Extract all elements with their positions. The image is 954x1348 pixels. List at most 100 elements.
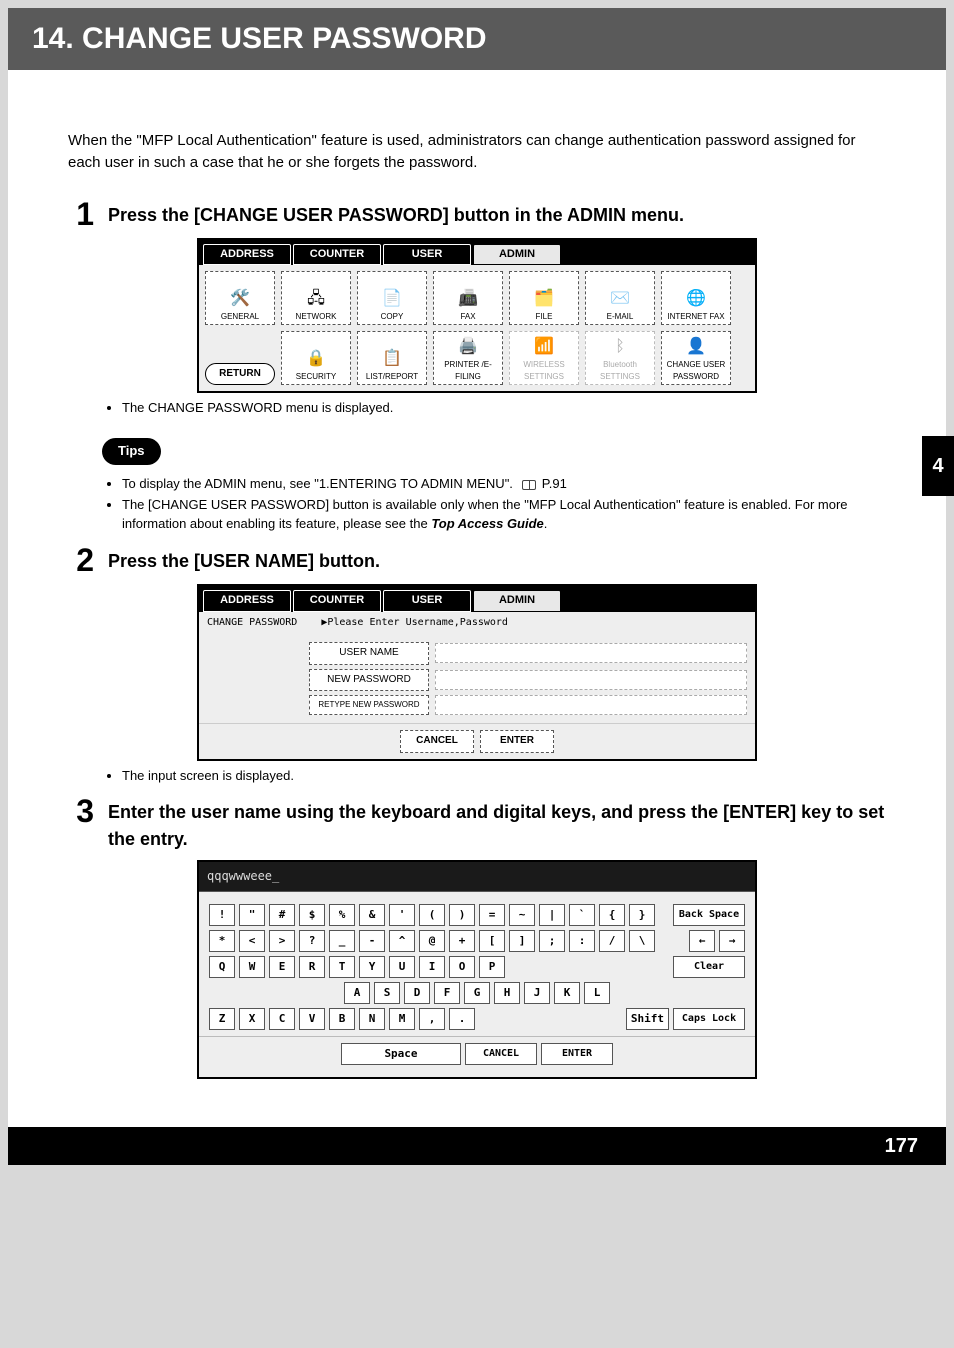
key--[interactable]: ' bbox=[389, 904, 415, 926]
key--[interactable]: _ bbox=[329, 930, 355, 952]
key--[interactable]: + bbox=[449, 930, 475, 952]
key-backspace[interactable]: Back Space bbox=[673, 904, 745, 926]
key--[interactable]: : bbox=[569, 930, 595, 952]
key--[interactable]: ^ bbox=[389, 930, 415, 952]
tab-admin[interactable]: ADMIN bbox=[473, 244, 561, 266]
key-o[interactable]: O bbox=[449, 956, 475, 978]
key--[interactable]: ) bbox=[449, 904, 475, 926]
tile-security[interactable]: 🔒SECURITY bbox=[281, 331, 351, 385]
key-c[interactable]: C bbox=[269, 1008, 295, 1030]
user-name-button[interactable]: USER NAME bbox=[309, 642, 429, 665]
key--[interactable]: \ bbox=[629, 930, 655, 952]
tile-bluetooth-settings[interactable]: ᛒBluetooth SETTINGS bbox=[585, 331, 655, 385]
tile-e-mail[interactable]: ✉️E-MAIL bbox=[585, 271, 655, 325]
tile-internet-fax[interactable]: 🌐INTERNET FAX bbox=[661, 271, 731, 325]
cancel-button[interactable]: CANCEL bbox=[400, 730, 474, 753]
key-w[interactable]: W bbox=[239, 956, 265, 978]
key--[interactable]: ! bbox=[209, 904, 235, 926]
key-cancel[interactable]: CANCEL bbox=[465, 1043, 537, 1065]
key--[interactable]: . bbox=[449, 1008, 475, 1030]
key-arrow-right[interactable]: → bbox=[719, 930, 745, 952]
tab-counter[interactable]: COUNTER bbox=[293, 590, 381, 612]
tab-user[interactable]: USER bbox=[383, 590, 471, 612]
tile-label: FAX bbox=[460, 311, 475, 323]
key--[interactable]: / bbox=[599, 930, 625, 952]
tile-change-user-password[interactable]: 👤CHANGE USER PASSWORD bbox=[661, 331, 731, 385]
key--[interactable]: @ bbox=[419, 930, 445, 952]
key-x[interactable]: X bbox=[239, 1008, 265, 1030]
key--[interactable]: > bbox=[269, 930, 295, 952]
key-m[interactable]: M bbox=[389, 1008, 415, 1030]
key--[interactable]: ~ bbox=[509, 904, 535, 926]
key-l[interactable]: L bbox=[584, 982, 610, 1004]
tile-copy[interactable]: 📄COPY bbox=[357, 271, 427, 325]
key-a[interactable]: A bbox=[344, 982, 370, 1004]
key--[interactable]: [ bbox=[479, 930, 505, 952]
tile-fax[interactable]: 📠FAX bbox=[433, 271, 503, 325]
key-arrow-left[interactable]: ← bbox=[689, 930, 715, 952]
key--[interactable]: % bbox=[329, 904, 355, 926]
key-i[interactable]: I bbox=[419, 956, 445, 978]
key--[interactable]: * bbox=[209, 930, 235, 952]
tab-user[interactable]: USER bbox=[383, 244, 471, 266]
key--[interactable]: & bbox=[359, 904, 385, 926]
key--[interactable]: ( bbox=[419, 904, 445, 926]
key--[interactable]: ; bbox=[539, 930, 565, 952]
key-space[interactable]: Space bbox=[341, 1043, 461, 1065]
key-b[interactable]: B bbox=[329, 1008, 355, 1030]
key--[interactable]: " bbox=[239, 904, 265, 926]
key-q[interactable]: Q bbox=[209, 956, 235, 978]
tab-counter[interactable]: COUNTER bbox=[293, 244, 381, 266]
user-name-field[interactable] bbox=[435, 643, 747, 663]
key--[interactable]: ] bbox=[509, 930, 535, 952]
key--[interactable]: } bbox=[629, 904, 655, 926]
key--[interactable]: = bbox=[479, 904, 505, 926]
key-n[interactable]: N bbox=[359, 1008, 385, 1030]
tile-list-report[interactable]: 📋LIST/REPORT bbox=[357, 331, 427, 385]
key-r[interactable]: R bbox=[299, 956, 325, 978]
key--[interactable]: ? bbox=[299, 930, 325, 952]
key-enter[interactable]: ENTER bbox=[541, 1043, 613, 1065]
tile-general[interactable]: 🛠️GENERAL bbox=[205, 271, 275, 325]
tab-address[interactable]: ADDRESS bbox=[203, 244, 291, 266]
key--[interactable]: { bbox=[599, 904, 625, 926]
key-e[interactable]: E bbox=[269, 956, 295, 978]
enter-button[interactable]: ENTER bbox=[480, 730, 554, 753]
key-y[interactable]: Y bbox=[359, 956, 385, 978]
key--[interactable]: < bbox=[239, 930, 265, 952]
key-d[interactable]: D bbox=[404, 982, 430, 1004]
key-z[interactable]: Z bbox=[209, 1008, 235, 1030]
key--[interactable]: ` bbox=[569, 904, 595, 926]
key-k[interactable]: K bbox=[554, 982, 580, 1004]
return-button[interactable]: RETURN bbox=[205, 363, 275, 385]
key--[interactable]: # bbox=[269, 904, 295, 926]
key-g[interactable]: G bbox=[464, 982, 490, 1004]
retype-password-field[interactable] bbox=[435, 695, 747, 715]
key-p[interactable]: P bbox=[479, 956, 505, 978]
tab-address[interactable]: ADDRESS bbox=[203, 590, 291, 612]
tile-wireless-settings[interactable]: 📶WIRELESS SETTINGS bbox=[509, 331, 579, 385]
tile-network[interactable]: 🖧NETWORK bbox=[281, 271, 351, 325]
key-v[interactable]: V bbox=[299, 1008, 325, 1030]
keyboard-entry-field[interactable]: qqqwwweee_ bbox=[199, 862, 755, 892]
key-f[interactable]: F bbox=[434, 982, 460, 1004]
tile-file[interactable]: 🗂️FILE bbox=[509, 271, 579, 325]
key-capslock[interactable]: Caps Lock bbox=[673, 1008, 745, 1030]
tab-admin[interactable]: ADMIN bbox=[473, 590, 561, 612]
key--[interactable]: $ bbox=[299, 904, 325, 926]
key--[interactable]: , bbox=[419, 1008, 445, 1030]
tile-printer-e-filing[interactable]: 🖨️PRINTER /E-FILING bbox=[433, 331, 503, 385]
tile-icon: 🖨️ bbox=[458, 339, 478, 355]
key-s[interactable]: S bbox=[374, 982, 400, 1004]
key-j[interactable]: J bbox=[524, 982, 550, 1004]
key-h[interactable]: H bbox=[494, 982, 520, 1004]
key--[interactable]: | bbox=[539, 904, 565, 926]
key-clear[interactable]: Clear bbox=[673, 956, 745, 978]
key-shift[interactable]: Shift bbox=[626, 1008, 669, 1030]
key--[interactable]: - bbox=[359, 930, 385, 952]
new-password-field[interactable] bbox=[435, 670, 747, 690]
new-password-button[interactable]: NEW PASSWORD bbox=[309, 669, 429, 692]
key-u[interactable]: U bbox=[389, 956, 415, 978]
retype-password-button[interactable]: RETYPE NEW PASSWORD bbox=[309, 695, 429, 715]
key-t[interactable]: T bbox=[329, 956, 355, 978]
